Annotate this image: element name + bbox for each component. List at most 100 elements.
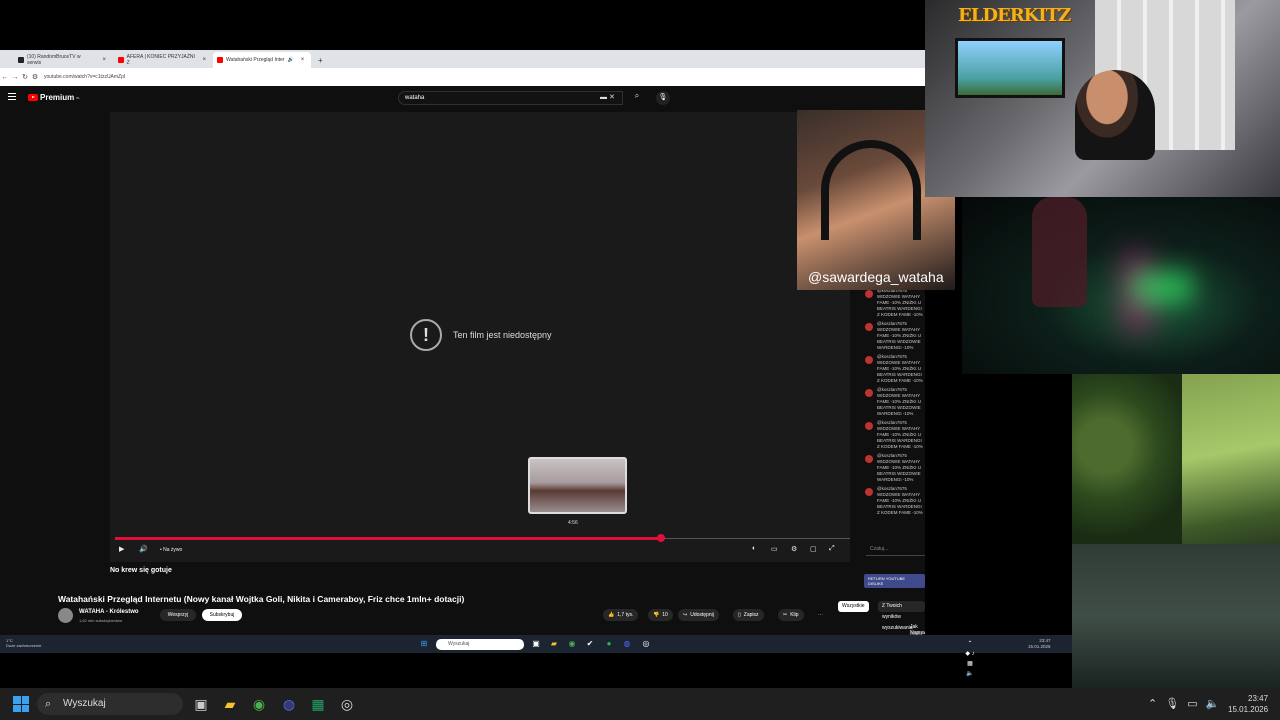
like-count: 1,7 tys. xyxy=(617,612,634,618)
inner-date: 15.01.2026 xyxy=(1028,644,1051,649)
task-view-icon[interactable]: ▣ xyxy=(191,694,211,714)
progress-track[interactable] xyxy=(660,538,850,539)
video-player[interactable]: ! Ten film jest niedostępny 4:56 xyxy=(110,112,850,562)
channel-name[interactable]: WATAHA - Królestwo xyxy=(79,609,139,615)
discord-icon[interactable]: ◍ xyxy=(622,639,632,649)
new-tab-button[interactable]: + xyxy=(314,52,326,68)
weather-widget[interactable]: 1°C Duże zachmurzenie xyxy=(6,638,41,648)
aquarium xyxy=(955,38,1065,98)
tab-afera[interactable]: AFERA | KONIEC PRZYJAŹNI Z × xyxy=(114,52,210,68)
youtube-icon xyxy=(28,94,38,101)
streamer-figure xyxy=(1075,70,1155,160)
share-button[interactable]: ↪ Udostępnij xyxy=(678,609,719,621)
clip-label: Klip xyxy=(790,612,799,618)
live-section-title: No krew się gotuje xyxy=(110,567,172,574)
inner-clock[interactable]: 23:47 15.01.2026 xyxy=(1028,638,1051,650)
close-tab-icon[interactable]: × xyxy=(301,57,305,63)
microphone-icon[interactable]: 🎙 xyxy=(1165,697,1179,710)
task-view-icon[interactable]: ▣ xyxy=(531,639,541,649)
forward-icon[interactable]: → xyxy=(10,74,20,81)
play-icon[interactable]: ▶ xyxy=(119,545,124,553)
system-tray[interactable]: ⌃ 🎙 ▭ 🔈 xyxy=(1148,697,1219,710)
reload-icon[interactable]: ↻ xyxy=(20,73,30,81)
settings-icon[interactable]: ⚙ xyxy=(791,545,797,553)
fullscreen-icon[interactable]: ⤢ xyxy=(829,545,835,553)
chat-message: @koszlan7675 WIDZOWIE WATAHY FAME -10% Z… xyxy=(857,420,925,450)
video-title: Watahański Przegląd Internetu (Nowy kana… xyxy=(58,594,465,604)
address-bar: ← → ↻ ⚙ youtube.com/watch?v=c1tzzUAmZpI xyxy=(0,68,925,86)
progress-scrubber[interactable] xyxy=(657,534,665,542)
subscriber-count: 1,62 mln subskrybentów xyxy=(79,618,123,623)
progress-bar[interactable] xyxy=(115,537,661,540)
return-dislike-button[interactable]: RETURN YOUTUBE DISLIKE xyxy=(864,574,925,588)
subtitles-icon[interactable]: ▭ xyxy=(771,545,778,553)
dislike-count: 10 xyxy=(662,612,668,618)
error-message: Ten film jest niedostępny xyxy=(453,330,552,340)
like-button[interactable]: 👍 1,7 tys. xyxy=(603,609,639,621)
close-tab-icon[interactable]: × xyxy=(102,57,106,63)
theater-mode-icon[interactable]: ▢ xyxy=(810,545,817,553)
back-icon[interactable]: ← xyxy=(0,74,10,81)
browser-window: (10) RandomBruceTV w serwis × AFERA | KO… xyxy=(0,50,925,650)
tab-randombruce[interactable]: (10) RandomBruceTV w serwis × xyxy=(14,52,110,68)
url-input[interactable]: youtube.com/watch?v=c1tzzUAmZpI xyxy=(44,74,125,80)
keyboard-and-clear-icons[interactable]: ▬ ✕ xyxy=(600,93,615,101)
inner-search-input[interactable]: Wyszukaj xyxy=(436,639,524,650)
spotify-icon[interactable]: ● xyxy=(604,639,614,649)
file-explorer-icon[interactable]: ▰ xyxy=(549,639,559,649)
microphone-icon[interactable]: 🎙 xyxy=(656,91,670,105)
youtube-logo[interactable]: Premium PL xyxy=(28,93,80,102)
chip-all[interactable]: Wszystkie xyxy=(838,601,869,612)
elderkitz-logo: ELDERKITZ xyxy=(958,5,1071,26)
close-tab-icon[interactable]: × xyxy=(202,57,206,63)
chat-message: @koszlan7675 WIDZOWIE WATAHY FAME -10% Z… xyxy=(857,486,925,516)
dislike-button[interactable]: 👎 10 xyxy=(648,609,673,621)
chrome-icon[interactable]: ◉ xyxy=(567,639,577,649)
autoplay-toggle-icon[interactable]: ◐ xyxy=(752,545,756,552)
streamer-handle: @sawardega_wataha xyxy=(808,269,944,285)
share-label: Udostępnij xyxy=(690,612,714,618)
nature-camera xyxy=(1072,374,1280,688)
obs-icon[interactable]: ◎ xyxy=(337,694,357,714)
hover-time: 4:56 xyxy=(568,520,578,526)
display-icon[interactable]: ▭ xyxy=(1187,697,1197,710)
clip-button[interactable]: ✂ Klip xyxy=(778,609,804,621)
windows-start-icon[interactable] xyxy=(13,696,29,712)
file-explorer-icon[interactable]: ▰ xyxy=(220,694,240,714)
logo-region: PL xyxy=(76,95,81,100)
search-icon[interactable]: ⌕ xyxy=(628,91,646,105)
save-button[interactable]: ▯ Zapisz xyxy=(733,609,764,621)
search-input[interactable]: wataha xyxy=(398,91,623,105)
chevron-up-icon[interactable]: ⌃ xyxy=(1148,697,1157,710)
bookmark-icon: ▯ xyxy=(738,612,741,618)
subscribe-button[interactable]: Subskrybuj xyxy=(202,609,242,621)
chip-from-search[interactable]: Z Twoich wyników wyszukiwania xyxy=(878,601,925,631)
chat-input[interactable]: Czatuj... xyxy=(866,542,925,556)
volume-icon[interactable]: 🔈 xyxy=(1206,697,1220,710)
thumbs-up-icon: 👍 xyxy=(608,612,615,618)
site-info-icon[interactable]: ⚙ xyxy=(30,73,40,81)
chrome-icon[interactable]: ◉ xyxy=(249,694,269,714)
tab-label: Watahański Przegląd Inter xyxy=(226,57,285,63)
save-label: Zapisz xyxy=(743,612,759,618)
tab-watahanski[interactable]: Watahański Przegląd Inter 🔊 × xyxy=(213,52,311,68)
room-webcam: ELDERKITZ xyxy=(925,0,1280,197)
taskbar-search-input[interactable]: Wyszukaj xyxy=(37,693,183,715)
tray-icons[interactable]: ⌃ ◆ ♪ ▦ 🔈 xyxy=(965,639,975,677)
support-button[interactable]: Wesprzyj xyxy=(160,609,196,621)
excel-icon[interactable]: ▦ xyxy=(308,694,328,714)
menu-icon[interactable] xyxy=(8,93,16,101)
windows-start-icon[interactable]: ⊞ xyxy=(419,639,429,649)
live-badge[interactable]: • Na żywo xyxy=(160,547,182,553)
discord-icon[interactable]: ◍ xyxy=(279,694,299,714)
avatar xyxy=(865,488,873,496)
more-actions-button[interactable]: ⋯ xyxy=(813,609,828,621)
youtube-header: Premium PL wataha ▬ ✕ ⌕ 🎙 xyxy=(0,86,925,110)
volume-icon[interactable]: 🔊 xyxy=(139,545,148,553)
app-icon[interactable]: ✔ xyxy=(585,639,595,649)
system-clock[interactable]: 23:47 15.01.2026 xyxy=(1228,693,1268,715)
clock-date: 15.01.2026 xyxy=(1228,705,1269,714)
channel-avatar[interactable] xyxy=(58,608,73,623)
obs-icon[interactable]: ◎ xyxy=(641,639,651,649)
search-icon: ⌕ xyxy=(45,698,52,710)
